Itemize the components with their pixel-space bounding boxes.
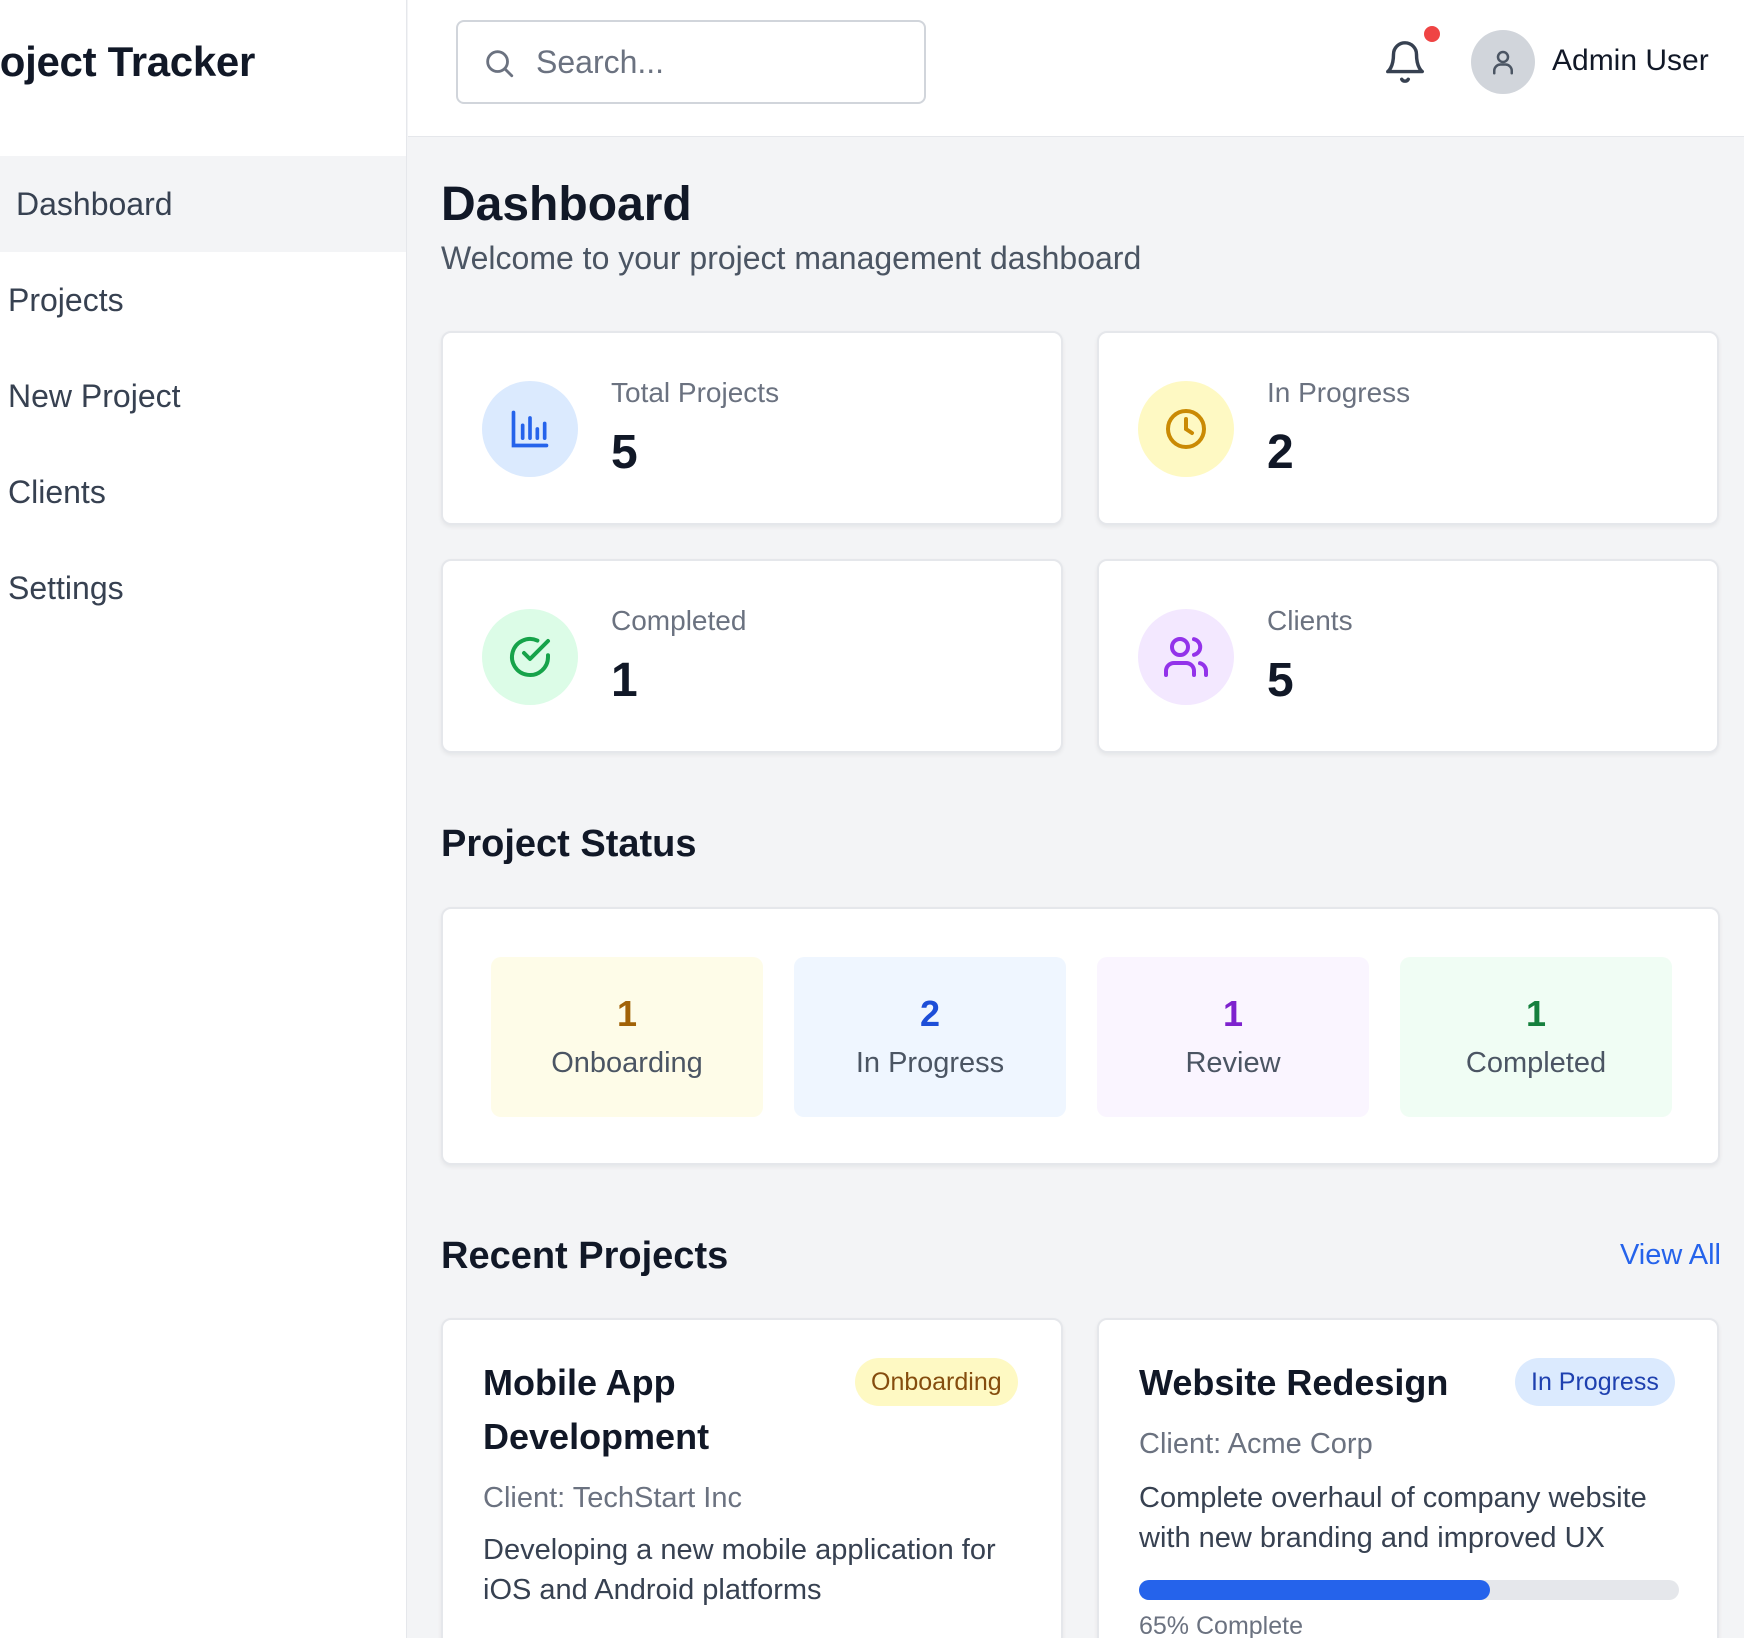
sidebar-item-dashboard[interactable]: Dashboard xyxy=(0,156,406,252)
stat-label: Completed xyxy=(611,605,747,636)
bar-chart-icon xyxy=(511,410,549,448)
status-badge: In Progress xyxy=(1515,1358,1675,1406)
status-tile-review[interactable]: 1 Review xyxy=(1097,957,1369,1117)
status-count: 1 xyxy=(1222,993,1244,1034)
search-box[interactable] xyxy=(456,20,926,104)
stat-card-total-projects: Total Projects 5 xyxy=(441,331,1063,525)
stat-card-in-progress: In Progress 2 xyxy=(1097,331,1719,525)
page-subtitle: Welcome to your project management dashb… xyxy=(441,240,1142,276)
status-label: Onboarding xyxy=(551,1047,703,1079)
status-tile-onboarding[interactable]: 1 Onboarding xyxy=(491,957,763,1117)
notification-badge xyxy=(1424,26,1440,42)
stat-card-completed: Completed 1 xyxy=(441,559,1063,753)
status-count: 1 xyxy=(616,993,638,1034)
project-description: Complete overhaul of company website wit… xyxy=(1139,1482,1647,1554)
project-status-title: Project Status xyxy=(441,823,697,865)
project-card-mobile-app[interactable]: Mobile App Development Onboarding Client… xyxy=(441,1318,1063,1638)
progress-label: 65% Complete xyxy=(1139,1612,1303,1638)
status-label: Completed xyxy=(1465,1047,1607,1079)
project-client: Client: TechStart Inc xyxy=(483,1482,742,1514)
project-status-panel: 1 Onboarding 2 In Progress 1 Review 1 Co… xyxy=(441,907,1720,1165)
project-title: Website Redesign xyxy=(1139,1362,1449,1403)
stat-icon-wrap xyxy=(482,609,578,705)
stat-label: Total Projects xyxy=(611,377,780,408)
stat-icon-wrap xyxy=(1138,381,1234,477)
clock-icon xyxy=(1166,409,1206,449)
stat-value: 2 xyxy=(1267,426,1294,479)
status-label: Review xyxy=(1185,1047,1281,1079)
sidebar-item-settings[interactable]: Settings xyxy=(0,540,406,636)
user-icon xyxy=(1493,50,1513,75)
stat-icon-wrap xyxy=(482,381,578,477)
sidebar: Project Tracker Dashboard Projects New P… xyxy=(0,0,407,1638)
stat-card-clients: Clients 5 xyxy=(1097,559,1719,753)
status-tile-in-progress[interactable]: 2 In Progress xyxy=(794,957,1066,1117)
progress-fill xyxy=(1139,1580,1490,1600)
sidebar-nav: Dashboard Projects New Project Clients S… xyxy=(0,156,406,636)
stat-value: 5 xyxy=(1267,654,1294,707)
sidebar-item-projects[interactable]: Projects xyxy=(0,252,406,348)
search-input[interactable] xyxy=(536,36,906,88)
status-label: In Progress xyxy=(855,1047,1005,1079)
project-card-website-redesign[interactable]: Website Redesign In Progress Client: Acm… xyxy=(1097,1318,1719,1638)
users-icon xyxy=(1164,637,1209,677)
status-badge: Onboarding xyxy=(855,1358,1018,1406)
status-count: 2 xyxy=(919,993,941,1034)
project-client: Client: Acme Corp xyxy=(1139,1428,1373,1460)
status-count: 1 xyxy=(1525,993,1547,1034)
top-bar: Admin User xyxy=(408,0,1744,137)
avatar[interactable] xyxy=(1471,30,1535,94)
check-circle-icon xyxy=(510,637,550,677)
project-title: Mobile App Development xyxy=(483,1362,710,1457)
view-all-link[interactable]: View All xyxy=(1620,1239,1721,1272)
project-description: Developing a new mobile application for … xyxy=(483,1534,996,1606)
page-title: Dashboard xyxy=(441,178,692,231)
user-name[interactable]: Admin User xyxy=(1552,44,1709,78)
progress-bar xyxy=(1139,1580,1679,1600)
stat-value: 5 xyxy=(611,426,638,479)
stat-value: 1 xyxy=(611,654,638,707)
stat-icon-wrap xyxy=(1138,609,1234,705)
search-icon xyxy=(486,50,514,78)
app-logo-title: Project Tracker xyxy=(0,38,256,85)
bell-icon[interactable] xyxy=(1382,38,1428,86)
sidebar-item-clients[interactable]: Clients xyxy=(0,444,406,540)
recent-projects-title: Recent Projects xyxy=(441,1235,729,1277)
stat-label: In Progress xyxy=(1267,377,1411,408)
status-tile-completed[interactable]: 1 Completed xyxy=(1400,957,1672,1117)
sidebar-item-new-project[interactable]: New Project xyxy=(0,348,406,444)
stat-label: Clients xyxy=(1267,605,1353,636)
